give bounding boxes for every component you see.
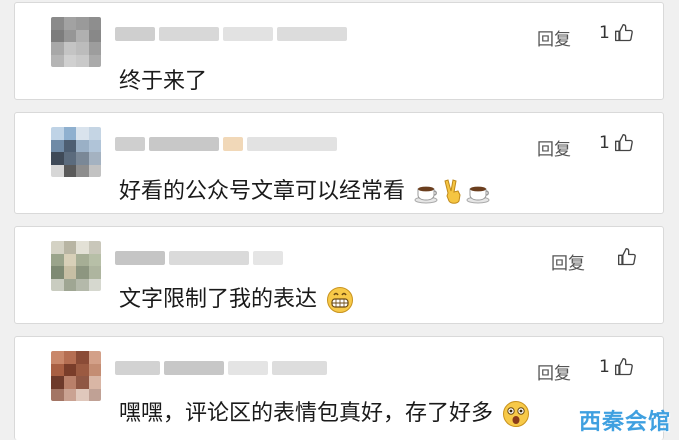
watermark: 西秦会馆	[578, 410, 671, 435]
victory-hand-icon	[444, 179, 461, 204]
reply-button[interactable]: 回复	[537, 135, 571, 160]
comment-text-body: 嘿嘿，评论区的表情包真好，存了好多	[119, 401, 494, 426]
comment-text: 嘿嘿，评论区的表情包真好，存了好多	[119, 395, 530, 428]
coffee-icon	[414, 186, 438, 204]
thumbs-up-icon	[618, 248, 636, 266]
like-button[interactable]: 1	[599, 23, 634, 43]
comment-text: 文字限制了我的表达	[119, 281, 354, 314]
like-button[interactable]: 1	[599, 357, 634, 377]
reply-button[interactable]: 回复	[537, 359, 571, 384]
username-blurred[interactable]	[115, 135, 355, 153]
username-blurred[interactable]	[115, 25, 355, 43]
username-blurred[interactable]	[115, 359, 355, 377]
thumbs-up-icon	[614, 24, 633, 42]
comment-card: 文字限制了我的表达 回复	[14, 226, 664, 324]
avatar[interactable]	[51, 17, 101, 67]
thumbs-up-icon	[614, 358, 633, 376]
comment-text-body: 文字限制了我的表达	[119, 287, 318, 312]
like-count: 1	[599, 23, 610, 43]
comment-text-body: 好看的公众号文章可以经常看	[119, 179, 406, 204]
username-blurred[interactable]	[115, 249, 355, 267]
comment-text: 好看的公众号文章可以经常看	[119, 173, 492, 205]
comment-card: 嘿嘿，评论区的表情包真好，存了好多 回复 1	[14, 336, 664, 440]
reply-button[interactable]: 回复	[537, 25, 571, 50]
avatar[interactable]	[51, 127, 101, 177]
like-button[interactable]	[613, 247, 637, 267]
avatar[interactable]	[51, 241, 101, 291]
coffee-icon	[466, 186, 490, 204]
comment-text: 终于来了	[119, 69, 208, 94]
astonished-emoji-icon	[503, 401, 530, 427]
like-count: 1	[599, 357, 610, 377]
reply-button[interactable]: 回复	[551, 249, 585, 274]
comment-card: 好看的公众号文章可以经常看 回复 1	[14, 112, 664, 214]
avatar[interactable]	[51, 351, 101, 401]
grin-emoji-icon	[327, 287, 354, 313]
like-count: 1	[599, 133, 610, 153]
like-button[interactable]: 1	[599, 133, 634, 153]
thumbs-up-icon	[614, 134, 633, 152]
comment-card: 终于来了 回复 1	[14, 2, 664, 100]
